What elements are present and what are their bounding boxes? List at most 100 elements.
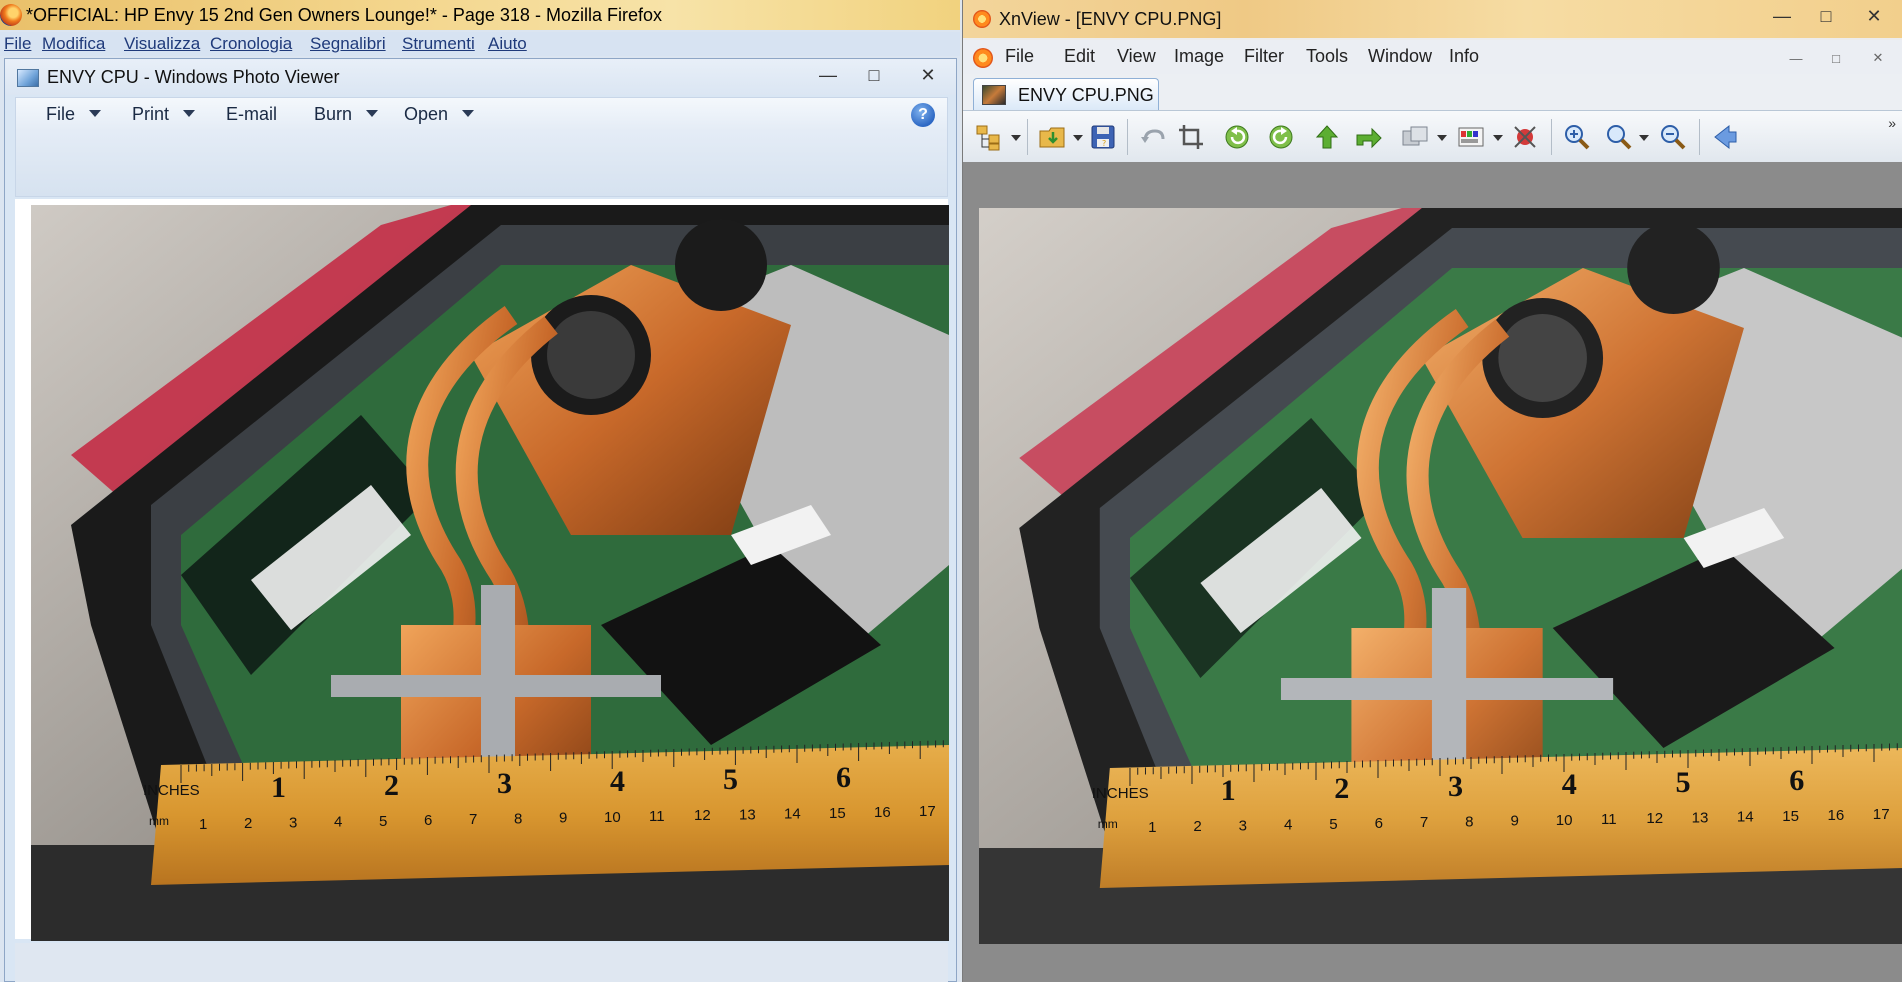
rotate-left-button[interactable] (1221, 121, 1253, 153)
file-menu-button[interactable]: File (46, 104, 102, 125)
previous-image-button[interactable] (1709, 121, 1741, 153)
xnview-menu-filter[interactable]: Filter (1244, 46, 1284, 67)
firefox-menu-strumenti[interactable]: Strumenti (402, 34, 475, 54)
save-button[interactable]: ? (1087, 121, 1119, 153)
xn-ruler-cm-14: 14 (1737, 809, 1754, 826)
xnview-menu-app-icon[interactable] (973, 48, 993, 68)
chevron-down-icon[interactable] (1493, 135, 1503, 141)
xnview-canvas[interactable]: INCHES mm 1 2 3 4 5 6 1 2 3 4 5 6 7 8 9 10 11 12 13 14 15 16 17 (963, 162, 1902, 982)
upload-button[interactable] (1311, 121, 1343, 153)
xnview-maximize-button[interactable]: □ (1806, 2, 1846, 30)
xnview-menu-info[interactable]: Info (1449, 46, 1479, 67)
xn-ruler-cm-10: 10 (1556, 812, 1573, 829)
photo-viewer-minimize-button[interactable]: — (808, 61, 848, 89)
firefox-menu-modifica[interactable]: Modifica (42, 34, 105, 54)
xn-ruler-cm-12: 12 (1646, 810, 1663, 827)
chevron-down-icon (462, 110, 475, 118)
toolbar-overflow-icon[interactable]: » (1888, 115, 1896, 131)
help-button[interactable]: ? (911, 103, 935, 127)
zoom-in-button[interactable] (1561, 121, 1593, 153)
help-icon: ? (918, 106, 928, 123)
arrow-up-icon (1315, 125, 1339, 149)
burn-menu-button[interactable]: Burn (314, 104, 379, 125)
xn-ruler-cm-2: 2 (1193, 818, 1201, 835)
wpv-ruler-cm-7: 7 (469, 811, 477, 828)
xn-ruler-cm-6: 6 (1375, 815, 1383, 832)
firefox-menu-visualizza[interactable]: Visualizza (124, 34, 200, 54)
xnview-minimize-button[interactable]: — (1762, 2, 1802, 30)
undo-button[interactable] (1137, 121, 1169, 153)
xnview-menu-file[interactable]: File (1005, 46, 1034, 67)
xnview-menu-edit[interactable]: Edit (1064, 46, 1095, 67)
effects-icon (1514, 126, 1536, 148)
adjust-colors-button[interactable] (1455, 121, 1487, 153)
xnview-document-minimize-button[interactable]: — (1780, 47, 1812, 69)
xnview-menu-view[interactable]: View (1117, 46, 1156, 67)
photo-viewer-window-title: ENVY CPU - Windows Photo Viewer (47, 67, 340, 87)
xn-ruler-cm-15: 15 (1782, 808, 1799, 825)
xn-ruler-inches-label: INCHES (1092, 785, 1149, 802)
firefox-menu-cronologia[interactable]: Cronologia (210, 34, 292, 54)
wpv-ruler-inch-2: 2 (384, 769, 399, 802)
crop-button[interactable] (1175, 121, 1207, 153)
photo-viewer-app-icon (17, 69, 39, 87)
convert-icon (1402, 126, 1428, 146)
burn-menu-label: Burn (314, 104, 353, 124)
firefox-titlebar[interactable]: *OFFICIAL: HP Envy 15 2nd Gen Owners Lou… (0, 0, 960, 30)
minimize-icon: — (1789, 50, 1803, 66)
effects-button[interactable] (1509, 121, 1541, 153)
chevron-down-icon[interactable] (1073, 135, 1083, 141)
rotate-right-button[interactable] (1265, 121, 1297, 153)
color-adjust-icon (1458, 127, 1484, 147)
open-menu-button[interactable]: Open (404, 104, 475, 125)
xnview-menu-window[interactable]: Window (1368, 46, 1432, 67)
browser-tree-button[interactable] (973, 121, 1005, 153)
print-menu-button[interactable]: Print (132, 104, 196, 125)
export-button[interactable] (1353, 121, 1385, 153)
batch-convert-button[interactable] (1399, 121, 1431, 153)
xn-ruler-mm-label: mm (1098, 817, 1118, 831)
xnview-menubar: File Edit View Image Filter Tools Window… (963, 40, 1902, 74)
xnview-titlebar[interactable]: XnView - [ENVY CPU.PNG] — □ ✕ (963, 0, 1902, 38)
toolbar-separator (1699, 119, 1700, 155)
xnview-menu-image[interactable]: Image (1174, 46, 1224, 67)
xn-ruler-inch-5: 5 (1676, 765, 1691, 799)
xnview-window: XnView - [ENVY CPU.PNG] — □ ✕ File Edit … (962, 0, 1902, 982)
firefox-menu-aiuto[interactable]: Aiuto (488, 34, 527, 54)
photo-viewer-close-button[interactable]: ✕ (908, 61, 948, 89)
wpv-ruler-cm-1: 1 (199, 816, 207, 833)
xnview-menu-tools[interactable]: Tools (1306, 46, 1348, 67)
chevron-down-icon[interactable] (1011, 135, 1021, 141)
wpv-ruler-cm-3: 3 (289, 814, 297, 831)
photo-viewer-maximize-button[interactable]: □ (854, 61, 894, 89)
xnview-document-restore-button[interactable]: □ (1820, 47, 1852, 69)
minimize-icon: — (1773, 5, 1791, 26)
svg-text:?: ? (1102, 139, 1106, 148)
xn-ruler-cm-13: 13 (1692, 809, 1709, 826)
firefox-menubar: File Modifica Visualizza Cronologia Segn… (0, 32, 960, 56)
photo-viewer-info-band (15, 131, 948, 197)
wpv-ruler-cm-10: 10 (604, 809, 621, 826)
toolbar-separator (1027, 119, 1028, 155)
zoom-out-button[interactable] (1657, 121, 1689, 153)
email-button[interactable]: E-mail (226, 104, 277, 125)
xnview-document-close-button[interactable]: ✕ (1862, 47, 1894, 69)
xnview-window-title: XnView - [ENVY CPU.PNG] (999, 9, 1222, 29)
laptop-internals-photo: INCHESmm1 2 3 4 5 61 2 3 4 5 6 7 8 9 10 11 12 13 14 15 16 17 (31, 205, 949, 941)
tab-envy-cpu[interactable]: ENVY CPU.PNG (973, 78, 1159, 110)
open-button[interactable] (1037, 121, 1069, 153)
chevron-down-icon[interactable] (1639, 135, 1649, 141)
chevron-down-icon (89, 110, 102, 118)
tab-envy-cpu-label: ENVY CPU.PNG (1018, 85, 1154, 105)
photo-viewer-canvas[interactable]: INCHES mm 1 2 3 4 5 6 1 2 3 4 5 6 7 8 9 10 11 12 13 14 15 16 17 (15, 199, 949, 941)
xnview-close-button[interactable]: ✕ (1854, 2, 1894, 30)
firefox-window-title: *OFFICIAL: HP Envy 15 2nd Gen Owners Lou… (26, 5, 662, 25)
wpv-ruler-cm-11: 11 (649, 808, 665, 825)
zoom-actual-size-button[interactable] (1603, 121, 1635, 153)
firefox-menu-file[interactable]: File (4, 34, 31, 54)
wpv-ruler-cm-16: 16 (874, 804, 891, 821)
photo-viewer-titlebar[interactable]: ENVY CPU - Windows Photo Viewer — □ ✕ (5, 59, 956, 95)
firefox-menu-segnalibri[interactable]: Segnalibri (310, 34, 386, 54)
chevron-down-icon[interactable] (1437, 135, 1447, 141)
wpv-ruler-cm-4: 4 (334, 814, 342, 831)
